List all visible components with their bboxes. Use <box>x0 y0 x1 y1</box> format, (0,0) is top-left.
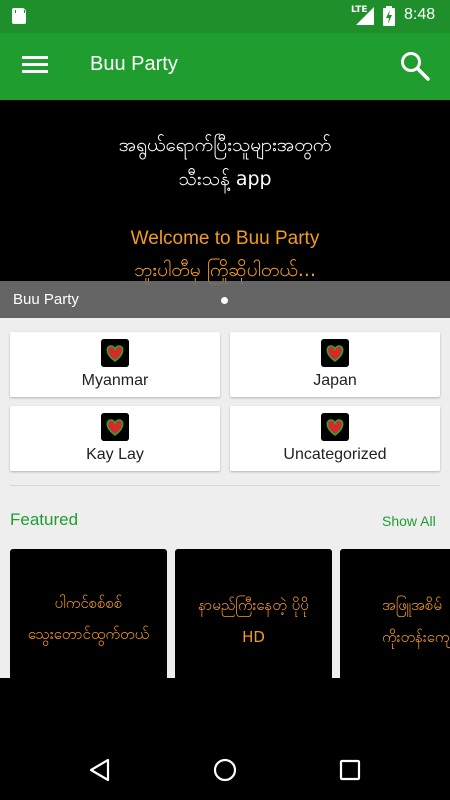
recents-icon[interactable] <box>337 757 363 783</box>
banner-carousel[interactable]: အရွယ်ရောက်ပြီးသူများအတွက် သီးသန့် app We… <box>0 100 450 318</box>
category-card-uncategorized[interactable]: Uncategorized <box>230 406 440 471</box>
featured-heading: Featured <box>10 510 79 529</box>
bottom-spacer <box>0 678 450 740</box>
featured-card-line1: နာမည်ကြီးနေတဲ့ ပိုပို <box>198 596 309 614</box>
banner-text-line1: အရွယ်ရောက်ပြီးသူများအတွက် <box>118 134 332 156</box>
featured-card-line1: ပါကင်စစ်စစ် <box>54 594 123 612</box>
home-icon[interactable] <box>212 757 238 783</box>
battery-icon <box>383 6 395 26</box>
featured-card[interactable]: နာမည်ကြီးနေတဲ့ ပိုပို HD <box>175 549 332 678</box>
category-card-myanmar[interactable]: Myanmar <box>10 332 220 397</box>
signal-icon <box>356 7 374 25</box>
app-bar: Buu Party <box>0 33 450 100</box>
system-nav-bar <box>0 740 450 800</box>
show-all-link[interactable]: Show All <box>382 513 436 529</box>
category-card-japan[interactable]: Japan <box>230 332 440 397</box>
heart-logo-icon <box>101 339 129 367</box>
featured-card-line2: သွေးတောင်ထွက်တယ် <box>27 625 150 643</box>
carousel-indicator-dot[interactable] <box>221 297 228 304</box>
banner-caption-bar: Buu Party <box>0 281 450 318</box>
heart-logo-icon <box>321 413 349 441</box>
banner-welcome-text: Welcome to Buu Party <box>130 228 320 249</box>
section-divider <box>10 485 440 486</box>
heart-logo-icon <box>101 413 129 441</box>
heart-logo-icon <box>321 339 349 367</box>
featured-card-line2: ကိုးတန်းကျော <box>382 628 450 646</box>
status-bar: LTE 8:48 <box>0 0 450 33</box>
clock: 8:48 <box>404 6 436 23</box>
category-label: Myanmar <box>81 372 149 389</box>
menu-icon[interactable] <box>22 53 48 79</box>
featured-card[interactable]: ပါကင်စစ်စစ် သွေးတောင်ထွက်တယ် <box>10 549 167 678</box>
app-title: Buu Party <box>90 53 178 75</box>
back-icon[interactable] <box>87 757 113 783</box>
search-icon[interactable] <box>399 50 431 82</box>
main-content[interactable]: Myanmar Japan Kay Lay Uncategorized Feat… <box>0 318 450 678</box>
category-label: Uncategorized <box>283 446 387 463</box>
featured-card[interactable]: အဖြူအစိမ် ကိုးတန်းကျော <box>340 549 450 678</box>
category-card-kay-lay[interactable]: Kay Lay <box>10 406 220 471</box>
banner-caption: Buu Party <box>13 291 79 308</box>
featured-card-line2: HD <box>242 628 265 646</box>
category-label: Kay Lay <box>86 446 144 463</box>
sd-card-icon <box>12 8 26 24</box>
featured-card-line1: အဖြူအစိမ် <box>382 596 442 614</box>
banner-text-line2: သီးသန့် app <box>178 168 272 190</box>
category-label: Japan <box>313 372 357 389</box>
